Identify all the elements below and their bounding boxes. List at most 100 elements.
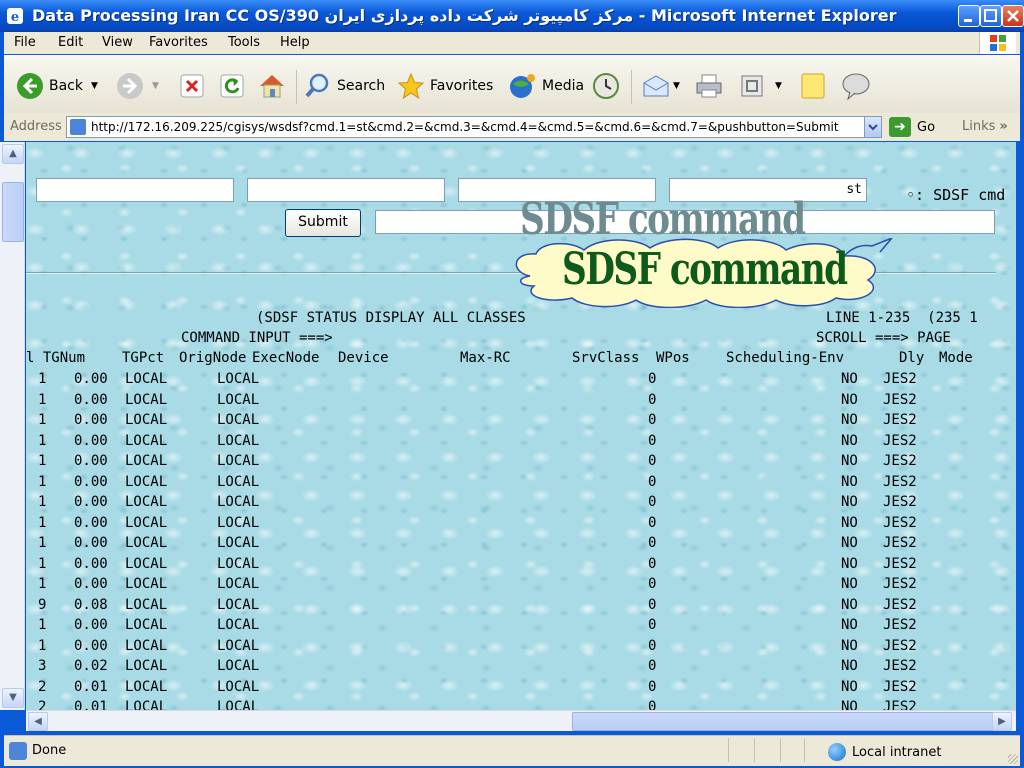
go-button[interactable]: ➜ Go bbox=[889, 116, 939, 138]
row-mode: JES2 bbox=[883, 391, 917, 408]
row-tgnum: 1 bbox=[38, 432, 47, 449]
close-button[interactable] bbox=[1002, 5, 1024, 27]
refresh-icon bbox=[220, 74, 244, 98]
vertical-scroll-thumb[interactable] bbox=[2, 182, 24, 242]
address-input[interactable]: http://172.16.209.225/cgisys/wsdsf?cmd.1… bbox=[66, 116, 882, 138]
table-row: 2 0.01 LOCAL LOCAL 0 NO JES2 bbox=[26, 699, 1016, 710]
row-orignode: LOCAL bbox=[125, 432, 168, 449]
favorites-button[interactable]: Favorites bbox=[397, 70, 493, 102]
search-button[interactable]: Search bbox=[304, 70, 385, 102]
row-tgnum: 1 bbox=[38, 494, 47, 510]
mail-button[interactable]: ▼ bbox=[641, 70, 680, 102]
toolbar: Back ▼ ▼ Search Favorites Media ▼ ▼ bbox=[4, 55, 1020, 115]
row-tgnum: 1 bbox=[38, 555, 47, 572]
messenger-button[interactable] bbox=[840, 70, 872, 102]
security-zone[interactable]: Local intranet bbox=[828, 743, 941, 761]
menu-tools[interactable]: Tools bbox=[228, 35, 260, 50]
links-button[interactable]: Links» bbox=[962, 119, 1008, 134]
scroll-down-button[interactable]: ▼ bbox=[2, 688, 24, 708]
horizontal-scrollbar[interactable]: ◀ ▶ bbox=[26, 710, 1016, 731]
forward-arrow-icon bbox=[117, 73, 143, 99]
row-tgnum: 1 bbox=[38, 535, 47, 551]
row-wpos: 0 bbox=[648, 617, 657, 633]
go-arrow-icon: ➜ bbox=[889, 117, 911, 137]
stop-button[interactable] bbox=[179, 70, 205, 102]
row-execnode: LOCAL bbox=[217, 371, 260, 387]
address-dropdown-button[interactable] bbox=[864, 117, 881, 137]
maximize-button[interactable] bbox=[980, 5, 1002, 27]
row-dly: NO bbox=[841, 617, 858, 633]
close-icon bbox=[1007, 10, 1019, 22]
menu-file[interactable]: File bbox=[14, 35, 36, 50]
media-button[interactable]: Media bbox=[507, 70, 584, 102]
row-dly: NO bbox=[841, 658, 858, 674]
resize-grip-icon[interactable] bbox=[1008, 754, 1018, 764]
history-button[interactable] bbox=[592, 70, 620, 102]
row-mode: JES2 bbox=[883, 637, 917, 654]
menu-favorites[interactable]: Favorites bbox=[149, 35, 208, 50]
status-text: Done bbox=[32, 743, 67, 758]
row-wpos: 0 bbox=[648, 699, 657, 710]
address-url[interactable]: http://172.16.209.225/cgisys/wsdsf?cmd.1… bbox=[91, 120, 839, 134]
row-dly: NO bbox=[841, 432, 858, 449]
mail-dropdown-icon[interactable]: ▼ bbox=[673, 81, 680, 91]
page-content: st ◦: SDSF cmd Submit SDSF command SDSF … bbox=[26, 142, 1016, 710]
row-orignode: LOCAL bbox=[125, 678, 168, 695]
refresh-button[interactable] bbox=[219, 70, 245, 102]
forward-button[interactable]: ▼ bbox=[116, 70, 159, 102]
scroll-right-button[interactable]: ▶ bbox=[992, 712, 1012, 731]
cmd-field-2[interactable] bbox=[247, 178, 445, 202]
page-icon bbox=[70, 119, 86, 135]
row-dly: NO bbox=[841, 637, 858, 654]
windows-logo bbox=[979, 32, 1016, 54]
ie-logo-icon: e bbox=[7, 8, 23, 25]
col-header: l TGNum bbox=[26, 350, 86, 366]
scroll-up-button[interactable]: ▲ bbox=[2, 144, 24, 164]
minimize-button[interactable] bbox=[958, 5, 980, 27]
edit-button[interactable]: ▼ bbox=[739, 70, 782, 102]
row-mode: JES2 bbox=[883, 412, 917, 428]
row-execnode: LOCAL bbox=[217, 699, 260, 710]
edit-dropdown-icon[interactable]: ▼ bbox=[775, 81, 782, 91]
col-header: OrigNode bbox=[179, 350, 247, 366]
row-execnode: LOCAL bbox=[217, 391, 260, 408]
row-orignode: LOCAL bbox=[125, 699, 168, 710]
row-mode: JES2 bbox=[883, 473, 917, 490]
row-orignode: LOCAL bbox=[125, 596, 168, 613]
vertical-scrollbar[interactable]: ▲ ▼ bbox=[0, 142, 25, 710]
back-button[interactable]: Back ▼ bbox=[16, 70, 98, 102]
row-mode: JES2 bbox=[883, 453, 917, 469]
back-dropdown-icon[interactable]: ▼ bbox=[91, 81, 98, 91]
row-tgnum: 2 bbox=[38, 699, 47, 710]
row-wpos: 0 bbox=[648, 412, 657, 428]
back-label: Back bbox=[49, 78, 83, 94]
col-header: ExecNode bbox=[252, 350, 320, 366]
discuss-button[interactable] bbox=[799, 70, 829, 102]
row-orignode: LOCAL bbox=[125, 494, 168, 510]
row-orignode: LOCAL bbox=[125, 617, 168, 633]
menu-edit[interactable]: Edit bbox=[58, 35, 83, 50]
table-row: 1 0.00 LOCAL LOCAL 0 NO JES2 bbox=[26, 371, 1016, 391]
menu-help[interactable]: Help bbox=[280, 35, 310, 50]
table-row: 1 0.00 LOCAL LOCAL 0 NO JES2 bbox=[26, 392, 1016, 412]
title-bar[interactable]: e Data Processing Iran CC OS/390 مرکز کا… bbox=[0, 0, 1024, 32]
chevron-right-double-icon: » bbox=[999, 119, 1008, 134]
row-dly: NO bbox=[841, 555, 858, 572]
row-mode: JES2 bbox=[883, 371, 917, 387]
row-tgpct: 0.00 bbox=[74, 576, 108, 592]
row-tgpct: 0.00 bbox=[74, 371, 108, 387]
print-button[interactable] bbox=[694, 70, 724, 102]
mail-icon bbox=[643, 75, 669, 97]
submit-button[interactable]: Submit bbox=[285, 209, 361, 237]
table-row: 1 0.00 LOCAL LOCAL 0 NO JES2 bbox=[26, 617, 1016, 637]
forward-dropdown-icon[interactable]: ▼ bbox=[152, 81, 159, 91]
menu-view[interactable]: View bbox=[102, 35, 133, 50]
horizontal-scroll-thumb[interactable] bbox=[572, 712, 994, 731]
home-button[interactable] bbox=[257, 70, 287, 102]
row-execnode: LOCAL bbox=[217, 596, 260, 613]
row-execnode: LOCAL bbox=[217, 432, 260, 449]
scroll-left-button[interactable]: ◀ bbox=[28, 712, 48, 731]
cmd-field-1[interactable] bbox=[36, 178, 234, 202]
row-execnode: LOCAL bbox=[217, 658, 260, 674]
back-arrow-icon bbox=[17, 73, 43, 99]
